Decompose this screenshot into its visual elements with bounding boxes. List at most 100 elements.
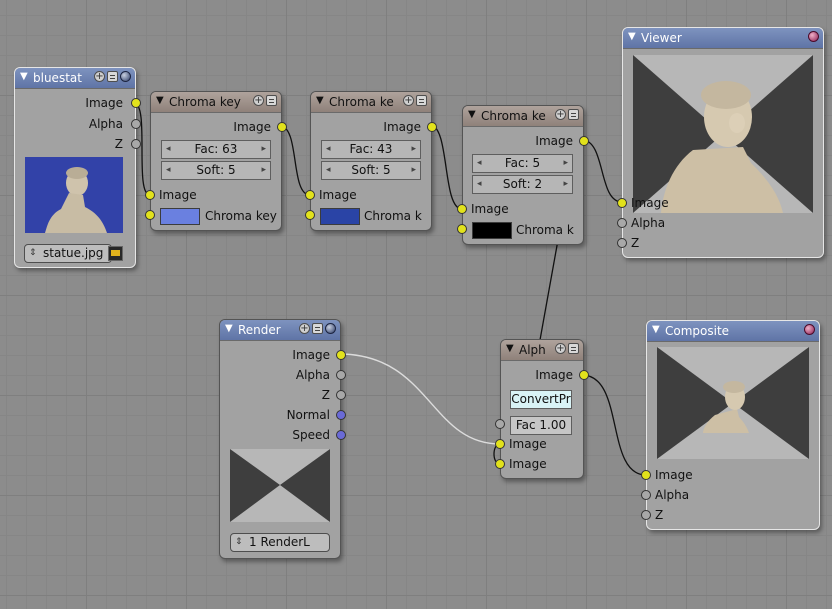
- output-socket-image[interactable]: [427, 122, 437, 132]
- input-socket-key-color[interactable]: [305, 210, 315, 220]
- fac-slider[interactable]: ◂ Fac: 43 ▸: [321, 140, 421, 159]
- output-socket-image[interactable]: [579, 136, 589, 146]
- output-socket-normal[interactable]: [336, 410, 346, 420]
- soft-slider[interactable]: ◂ Soft: 5 ▸: [321, 161, 421, 180]
- input-socket-key-color[interactable]: [145, 210, 155, 220]
- output-socket-z[interactable]: [131, 139, 141, 149]
- options-icon[interactable]: [416, 95, 427, 106]
- input-socket-image[interactable]: [457, 204, 467, 214]
- soft-slider[interactable]: ◂ Soft: 5 ▸: [161, 161, 271, 180]
- options-icon[interactable]: [312, 323, 323, 334]
- up-down-arrows-icon: ⇕: [29, 248, 37, 258]
- input-socket-key-color[interactable]: [457, 224, 467, 234]
- chroma-key-node-3-title: Chroma ke: [481, 109, 546, 123]
- image-node-header[interactable]: ▼ bluestat +: [15, 68, 135, 89]
- input-socket-alpha[interactable]: [617, 218, 627, 228]
- link-image-to-chroma1: [133, 102, 151, 196]
- render-node-header[interactable]: ▼ Render +: [220, 320, 340, 341]
- collapse-triangle-icon[interactable]: ▼: [20, 71, 28, 82]
- convert-premul-toggle[interactable]: ConvertPr: [510, 390, 572, 409]
- options-icon[interactable]: [568, 343, 579, 354]
- input-socket-image[interactable]: [145, 190, 155, 200]
- input-label-chroma-key: Chroma key: [205, 209, 277, 223]
- plus-icon[interactable]: +: [299, 323, 310, 334]
- output-socket-image[interactable]: [579, 370, 589, 380]
- input-socket-z[interactable]: [641, 510, 651, 520]
- preview-sphere-icon[interactable]: [325, 323, 336, 334]
- plus-icon[interactable]: +: [403, 95, 414, 106]
- input-socket-alpha[interactable]: [641, 490, 651, 500]
- input-socket-z[interactable]: [617, 238, 627, 248]
- chroma-key-node-3[interactable]: ▼ Chroma ke + Image ◂ Fac: 5 ▸ ◂ Soft: 2 ▸ I…: [457, 105, 589, 245]
- output-socket-z[interactable]: [336, 390, 346, 400]
- link-alpha-to-composite: [581, 374, 647, 476]
- collapse-triangle-icon[interactable]: ▼: [652, 324, 660, 335]
- key-color-swatch[interactable]: [320, 208, 360, 225]
- chroma-key-node-1-header[interactable]: ▼ Chroma key +: [151, 92, 281, 113]
- collapse-triangle-icon[interactable]: ▼: [506, 343, 514, 354]
- input-label-chroma-key: Chroma k: [516, 223, 574, 237]
- output-socket-alpha[interactable]: [131, 119, 141, 129]
- fac-slider[interactable]: ◂ Fac: 63 ▸: [161, 140, 271, 159]
- preview-sphere-icon[interactable]: [120, 71, 131, 82]
- output-label-z: Z: [114, 137, 123, 151]
- collapse-triangle-icon[interactable]: ▼: [468, 109, 476, 120]
- image-browse-icon[interactable]: [108, 246, 123, 261]
- render-layers-node[interactable]: ▼ Render + Image Alpha Z Normal Speed ⇕ …: [219, 319, 346, 559]
- image-node[interactable]: ▼ bluestat + Image Alpha Z ⇕ statue.jpg: [14, 67, 141, 268]
- plus-icon[interactable]: +: [555, 343, 566, 354]
- collapse-triangle-icon[interactable]: ▼: [156, 95, 164, 106]
- input-socket-image[interactable]: [641, 470, 651, 480]
- output-label-image: Image: [85, 96, 123, 110]
- options-icon[interactable]: [568, 109, 579, 120]
- input-label-image: Image: [631, 196, 669, 210]
- output-dot-icon[interactable]: [808, 31, 819, 42]
- input-socket-image[interactable]: [617, 198, 627, 208]
- chroma-key-node-3-header[interactable]: ▼ Chroma ke +: [463, 106, 583, 127]
- input-socket-image-1[interactable]: [495, 439, 505, 449]
- key-color-swatch[interactable]: [472, 222, 512, 239]
- composite-node[interactable]: ▼ Composite Image Alpha Z: [641, 320, 820, 530]
- output-dot-icon[interactable]: [804, 324, 815, 335]
- input-label-chroma-key: Chroma k: [364, 209, 422, 223]
- chroma-key-node-2-header[interactable]: ▼ Chroma ke +: [311, 92, 431, 113]
- input-label-image: Image: [655, 468, 693, 482]
- collapse-triangle-icon[interactable]: ▼: [316, 95, 324, 106]
- plus-icon[interactable]: +: [94, 71, 105, 82]
- link-chroma3-to-viewer: [581, 139, 623, 203]
- fac-field[interactable]: Fac 1.00: [510, 416, 572, 435]
- options-icon[interactable]: [107, 71, 118, 82]
- chroma-key-node-2[interactable]: ▼ Chroma ke + Image ◂ Fac: 43 ▸ ◂ Soft: 5 ▸ …: [305, 91, 437, 231]
- output-label-normal: Normal: [286, 408, 330, 422]
- link-render-to-alpha: [338, 353, 501, 445]
- output-socket-image[interactable]: [131, 98, 141, 108]
- plus-icon[interactable]: +: [555, 109, 566, 120]
- render-layer-selector[interactable]: ⇕ 1 RenderL: [230, 533, 330, 552]
- input-socket-fac[interactable]: [495, 419, 505, 429]
- output-socket-image[interactable]: [277, 122, 287, 132]
- image-file-selector[interactable]: ⇕ statue.jpg: [24, 244, 112, 263]
- input-socket-image[interactable]: [305, 190, 315, 200]
- key-color-swatch[interactable]: [160, 208, 200, 225]
- plus-icon[interactable]: +: [253, 95, 264, 106]
- output-socket-speed[interactable]: [336, 430, 346, 440]
- image-node-title: bluestat: [33, 71, 82, 85]
- options-icon[interactable]: [266, 95, 277, 106]
- alpha-over-node-header[interactable]: ▼ Alph +: [501, 340, 583, 361]
- viewer-preview: [633, 55, 813, 213]
- viewer-node[interactable]: ▼ Viewer Image Alpha Z: [617, 27, 824, 258]
- output-socket-image[interactable]: [336, 350, 346, 360]
- fac-slider[interactable]: ◂ Fac: 5 ▸: [472, 154, 573, 173]
- composite-preview: [657, 347, 809, 459]
- input-label-image: Image: [471, 202, 509, 216]
- chroma-key-node-1[interactable]: ▼ Chroma key + Image ◂ Fac: 63 ▸ ◂ Soft: 5 ▸…: [145, 91, 287, 231]
- soft-slider[interactable]: ◂ Soft: 2 ▸: [472, 175, 573, 194]
- collapse-triangle-icon[interactable]: ▼: [628, 31, 636, 42]
- output-socket-alpha[interactable]: [336, 370, 346, 380]
- viewer-node-header[interactable]: ▼ Viewer: [623, 28, 823, 49]
- composite-node-title: Composite: [665, 324, 730, 338]
- alpha-over-node[interactable]: ▼ Alph + Image ConvertPr Fac 1.00 Image …: [495, 339, 589, 479]
- composite-node-header[interactable]: ▼ Composite: [647, 321, 819, 342]
- input-socket-image-2[interactable]: [495, 459, 505, 469]
- collapse-triangle-icon[interactable]: ▼: [225, 323, 233, 334]
